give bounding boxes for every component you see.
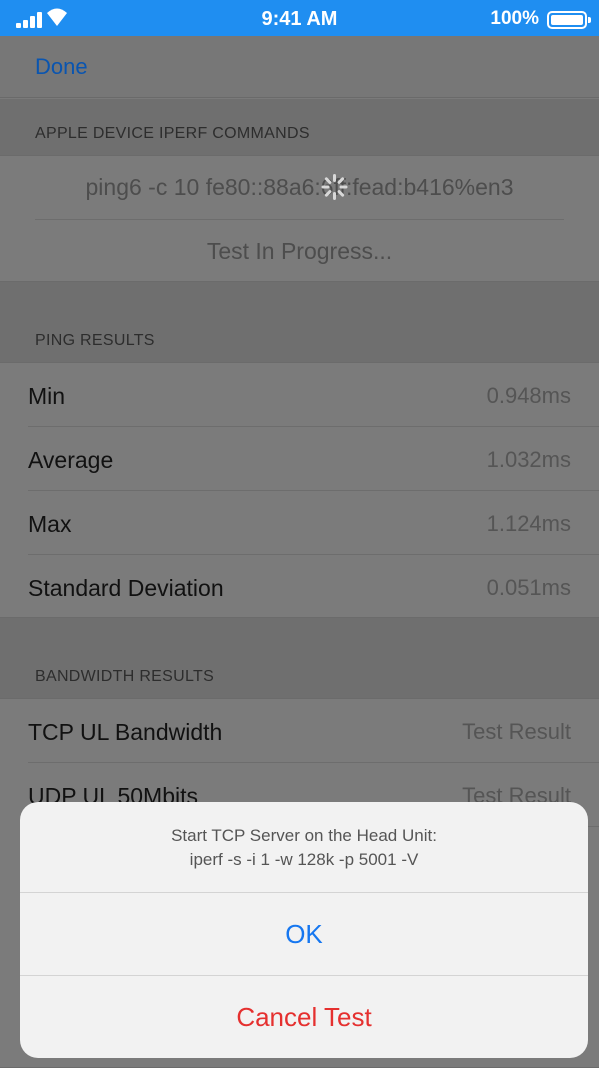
commands-header-label: APPLE DEVICE IPERF COMMANDS <box>35 125 310 142</box>
ping-section-header: PING RESULTS <box>0 282 599 362</box>
battery-icon <box>547 11 591 29</box>
test-status-text: Test In Progress... <box>206 238 393 264</box>
activity-spinner-icon <box>321 174 348 200</box>
bandwidth-row-value: Test Result <box>462 719 571 744</box>
ping-header-label: PING RESULTS <box>35 332 155 349</box>
command-text: ping6 -c 10 fe80::88a6:6ff:fead:b416%en3 <box>85 174 514 200</box>
ping-row-label: Min <box>28 383 66 409</box>
ping-row-min: Min 0.948ms <box>0 363 599 427</box>
bandwidth-row-tcp-ul: TCP UL Bandwidth Test Result <box>0 699 599 763</box>
ok-button[interactable]: OK <box>20 893 588 975</box>
commands-section-header: APPLE DEVICE IPERF COMMANDS <box>0 99 599 155</box>
commands-group: ping6 -c 10 fe80::88a6:6ff:fead:b416%en3… <box>0 155 599 282</box>
ping-row-max: Max 1.124ms <box>0 491 599 555</box>
ping-row-label: Average <box>28 447 114 473</box>
cancel-test-button[interactable]: Cancel Test <box>20 976 588 1058</box>
ping-row-label: Max <box>28 511 72 537</box>
ping-row-value: 1.032ms <box>486 447 571 472</box>
command-row: ping6 -c 10 fe80::88a6:6ff:fead:b416%en3 <box>0 156 599 220</box>
ping-row-average: Average 1.032ms <box>0 427 599 491</box>
iperf-test-screen: 9:41 AM 100% Done APPLE DEVICE IPERF COM… <box>0 0 599 1068</box>
navigation-bar: Done <box>0 36 599 98</box>
ping-row-value: 0.051ms <box>486 575 571 600</box>
test-status-row: Test In Progress... <box>0 220 599 284</box>
ping-results-group: Min 0.948ms Average 1.032ms Max 1.124ms … <box>0 362 599 618</box>
alert-message: Start TCP Server on the Head Unit: iperf… <box>20 824 588 872</box>
ping-row-label: Standard Deviation <box>28 575 224 601</box>
alert-message-line-2: iperf -s -i 1 -w 128k -p 5001 -V <box>189 850 419 869</box>
ping-row-value: 0.948ms <box>486 383 571 408</box>
ping-row-value: 1.124ms <box>486 511 571 536</box>
bandwidth-section-header: BANDWIDTH RESULTS <box>0 618 599 698</box>
done-button[interactable]: Done <box>35 54 88 80</box>
battery-percentage: 100% <box>490 8 539 29</box>
bandwidth-header-label: BANDWIDTH RESULTS <box>35 668 215 685</box>
status-bar: 9:41 AM 100% <box>0 0 599 36</box>
alert-dialog: Start TCP Server on the Head Unit: iperf… <box>20 802 588 1058</box>
alert-message-line-1: Start TCP Server on the Head Unit: <box>171 826 437 845</box>
bandwidth-row-label: TCP UL Bandwidth <box>28 719 223 745</box>
ping-row-std-dev: Standard Deviation 0.051ms <box>0 555 599 619</box>
